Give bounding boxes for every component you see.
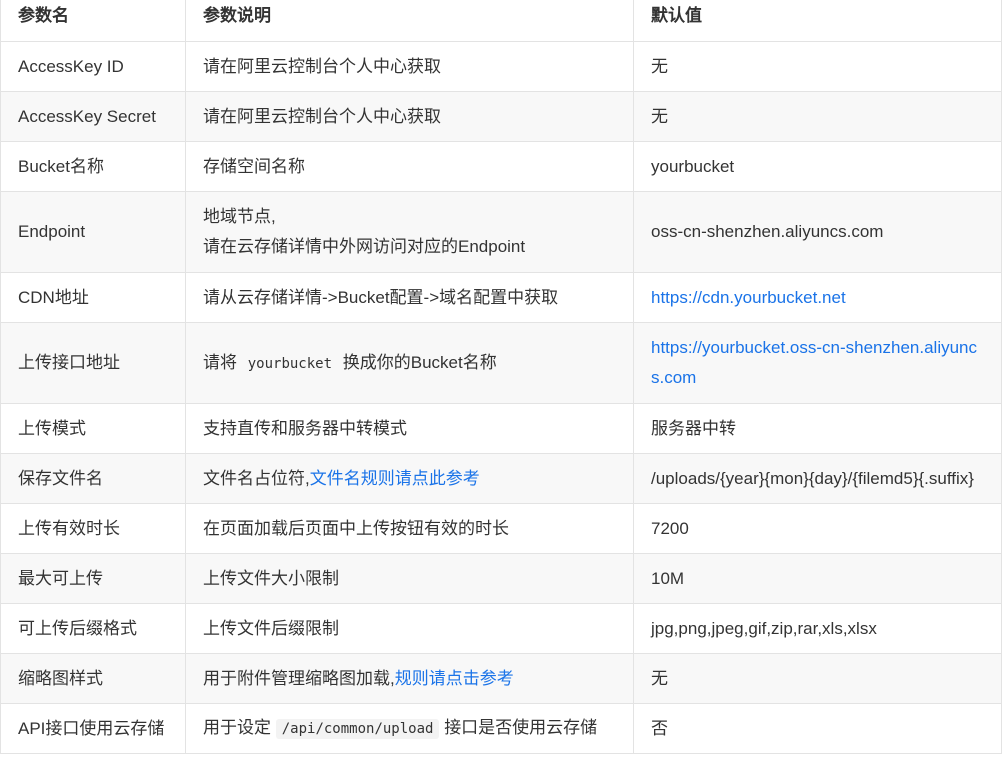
table-row: AccessKey Secret 请在阿里云控制台个人中心获取 无 bbox=[0, 91, 1002, 142]
param-default: 无 bbox=[633, 91, 1002, 142]
param-default: 无 bbox=[633, 41, 1002, 92]
column-header-name: 参数名 bbox=[0, 0, 186, 42]
param-name: API接口使用云存储 bbox=[0, 703, 186, 754]
param-name: 上传接口地址 bbox=[0, 322, 186, 404]
param-description: 地域节点, 请在云存储详情中外网访问对应的Endpoint bbox=[185, 191, 634, 273]
description-text: 接口是否使用云存储 bbox=[444, 718, 598, 737]
param-default: 10M bbox=[633, 553, 1002, 604]
param-default: 7200 bbox=[633, 503, 1002, 554]
param-description: 用于附件管理缩略图加载,规则请点击参考 bbox=[185, 653, 634, 704]
param-name: 上传有效时长 bbox=[0, 503, 186, 554]
table-row: 上传模式 支持直传和服务器中转模式 服务器中转 bbox=[0, 403, 1002, 454]
cdn-url-link[interactable]: https://cdn.yourbucket.net bbox=[651, 288, 846, 307]
table-row: AccessKey ID 请在阿里云控制台个人中心获取 无 bbox=[0, 41, 1002, 92]
description-text: 请将 bbox=[203, 352, 237, 372]
param-default: /uploads/{year}{mon}{day}/{filemd5}{.suf… bbox=[633, 453, 1002, 504]
table-row: 上传有效时长 在页面加载后页面中上传按钮有效的时长 7200 bbox=[0, 503, 1002, 554]
table-row: API接口使用云存储 用于设定 /api/common/upload 接口是否使… bbox=[0, 703, 1002, 754]
param-description: 存储空间名称 bbox=[185, 141, 634, 192]
upload-url-link[interactable]: https://yourbucket.oss-cn-shenzhen.aliyu… bbox=[651, 338, 977, 387]
table-row: 可上传后缀格式 上传文件后缀限制 jpg,png,jpeg,gif,zip,ra… bbox=[0, 603, 1002, 654]
table-header-row: 参数名 参数说明 默认值 bbox=[0, 0, 1002, 42]
table-row: 最大可上传 上传文件大小限制 10M bbox=[0, 553, 1002, 604]
param-name: CDN地址 bbox=[0, 272, 186, 323]
param-description-line: 请在云存储详情中外网访问对应的Endpoint bbox=[203, 237, 526, 256]
table-row: 上传接口地址 请将 yourbucket 换成你的Bucket名称 https:… bbox=[0, 322, 1002, 404]
param-description: 上传文件大小限制 bbox=[185, 553, 634, 604]
table-row: CDN地址 请从云存储详情->Bucket配置->域名配置中获取 https:/… bbox=[0, 272, 1002, 323]
param-description: 请在阿里云控制台个人中心获取 bbox=[185, 91, 634, 142]
param-name: Bucket名称 bbox=[0, 141, 186, 192]
description-text: 用于设定 bbox=[203, 718, 271, 737]
param-description: 用于设定 /api/common/upload 接口是否使用云存储 bbox=[185, 703, 634, 754]
param-description: 在页面加载后页面中上传按钮有效的时长 bbox=[185, 503, 634, 554]
column-header-description: 参数说明 bbox=[185, 0, 634, 42]
parameter-table: 参数名 参数说明 默认值 AccessKey ID 请在阿里云控制台个人中心获取… bbox=[0, 0, 1002, 754]
param-description: 文件名占位符,文件名规则请点此参考 bbox=[185, 453, 634, 504]
param-description: 请在阿里云控制台个人中心获取 bbox=[185, 41, 634, 92]
param-name: 可上传后缀格式 bbox=[0, 603, 186, 654]
param-default: jpg,png,jpeg,gif,zip,rar,xls,xlsx bbox=[633, 603, 1002, 654]
param-name: AccessKey ID bbox=[0, 41, 186, 92]
param-name: 最大可上传 bbox=[0, 553, 186, 604]
param-name: 上传模式 bbox=[0, 403, 186, 454]
param-default: 无 bbox=[633, 653, 1002, 704]
thumbnail-rules-link[interactable]: 规则请点击参考 bbox=[395, 669, 514, 688]
param-name: 保存文件名 bbox=[0, 453, 186, 504]
param-description-line: 地域节点, bbox=[203, 207, 276, 226]
description-text: 换成你的Bucket名称 bbox=[342, 352, 497, 372]
param-default: oss-cn-shenzhen.aliyuncs.com bbox=[633, 191, 1002, 273]
table-row: 保存文件名 文件名占位符,文件名规则请点此参考 /uploads/{year}{… bbox=[0, 453, 1002, 504]
description-text: 文件名占位符, bbox=[203, 468, 310, 488]
param-name: AccessKey Secret bbox=[0, 91, 186, 142]
param-default: 服务器中转 bbox=[633, 403, 1002, 454]
param-name: Endpoint bbox=[0, 191, 186, 273]
param-description: 上传文件后缀限制 bbox=[185, 603, 634, 654]
column-header-default: 默认值 bbox=[633, 0, 1002, 42]
description-text: 用于附件管理缩略图加载, bbox=[203, 668, 395, 688]
param-default: https://yourbucket.oss-cn-shenzhen.aliyu… bbox=[633, 322, 1002, 404]
param-default: https://cdn.yourbucket.net bbox=[633, 272, 1002, 323]
table-row: Endpoint 地域节点, 请在云存储详情中外网访问对应的Endpoint o… bbox=[0, 191, 1002, 273]
table-row: 缩略图样式 用于附件管理缩略图加载,规则请点击参考 无 bbox=[0, 653, 1002, 704]
filename-rules-link[interactable]: 文件名规则请点此参考 bbox=[310, 469, 480, 488]
table-row: Bucket名称 存储空间名称 yourbucket bbox=[0, 141, 1002, 192]
param-description: 请从云存储详情->Bucket配置->域名配置中获取 bbox=[185, 272, 634, 323]
inline-code: yourbucket bbox=[247, 355, 333, 372]
inline-code: /api/common/upload bbox=[275, 719, 440, 739]
param-default: 否 bbox=[633, 703, 1002, 754]
param-description: 请将 yourbucket 换成你的Bucket名称 bbox=[185, 322, 634, 404]
param-description: 支持直传和服务器中转模式 bbox=[185, 403, 634, 454]
param-name: 缩略图样式 bbox=[0, 653, 186, 704]
param-default: yourbucket bbox=[633, 141, 1002, 192]
